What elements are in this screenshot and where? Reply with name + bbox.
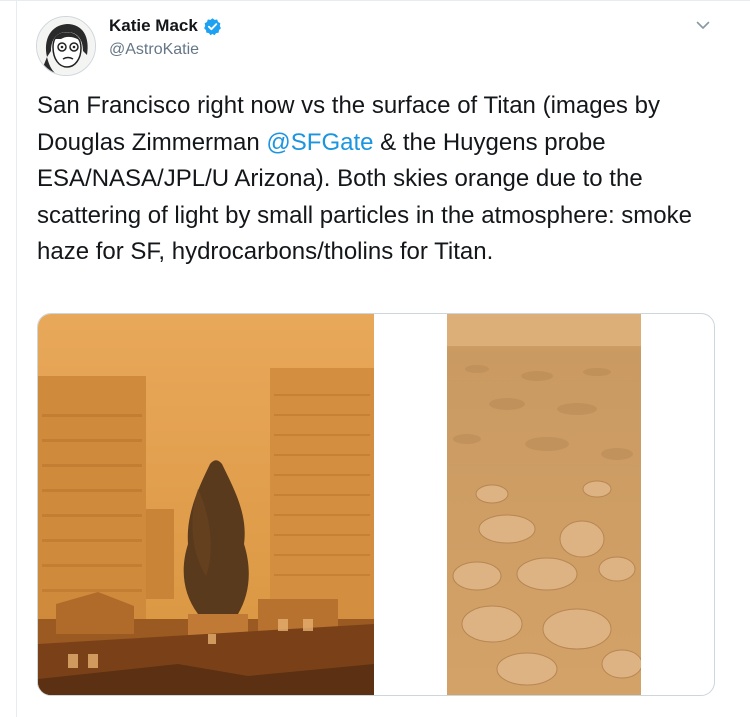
cartoon-avatar-icon bbox=[37, 17, 95, 75]
display-name-row[interactable]: Katie Mack bbox=[109, 16, 222, 36]
san-francisco-photo[interactable] bbox=[38, 314, 374, 695]
titan-photo[interactable] bbox=[447, 314, 641, 695]
handle[interactable]: @AstroKatie bbox=[109, 41, 199, 59]
frame-top-border bbox=[0, 0, 750, 1]
frame-left-border bbox=[16, 0, 17, 717]
titan-surface-huygens-photo bbox=[447, 314, 641, 695]
display-name[interactable]: Katie Mack bbox=[109, 16, 198, 36]
san-francisco-orange-sky-photo bbox=[38, 314, 374, 695]
mention-link[interactable]: @SFGate bbox=[266, 129, 373, 156]
avatar[interactable] bbox=[36, 16, 96, 76]
verified-badge-icon bbox=[203, 17, 221, 35]
tweet-text: San Francisco right now vs the surface o… bbox=[37, 88, 727, 271]
media-container bbox=[37, 313, 715, 696]
chevron-down-icon[interactable] bbox=[694, 16, 712, 34]
